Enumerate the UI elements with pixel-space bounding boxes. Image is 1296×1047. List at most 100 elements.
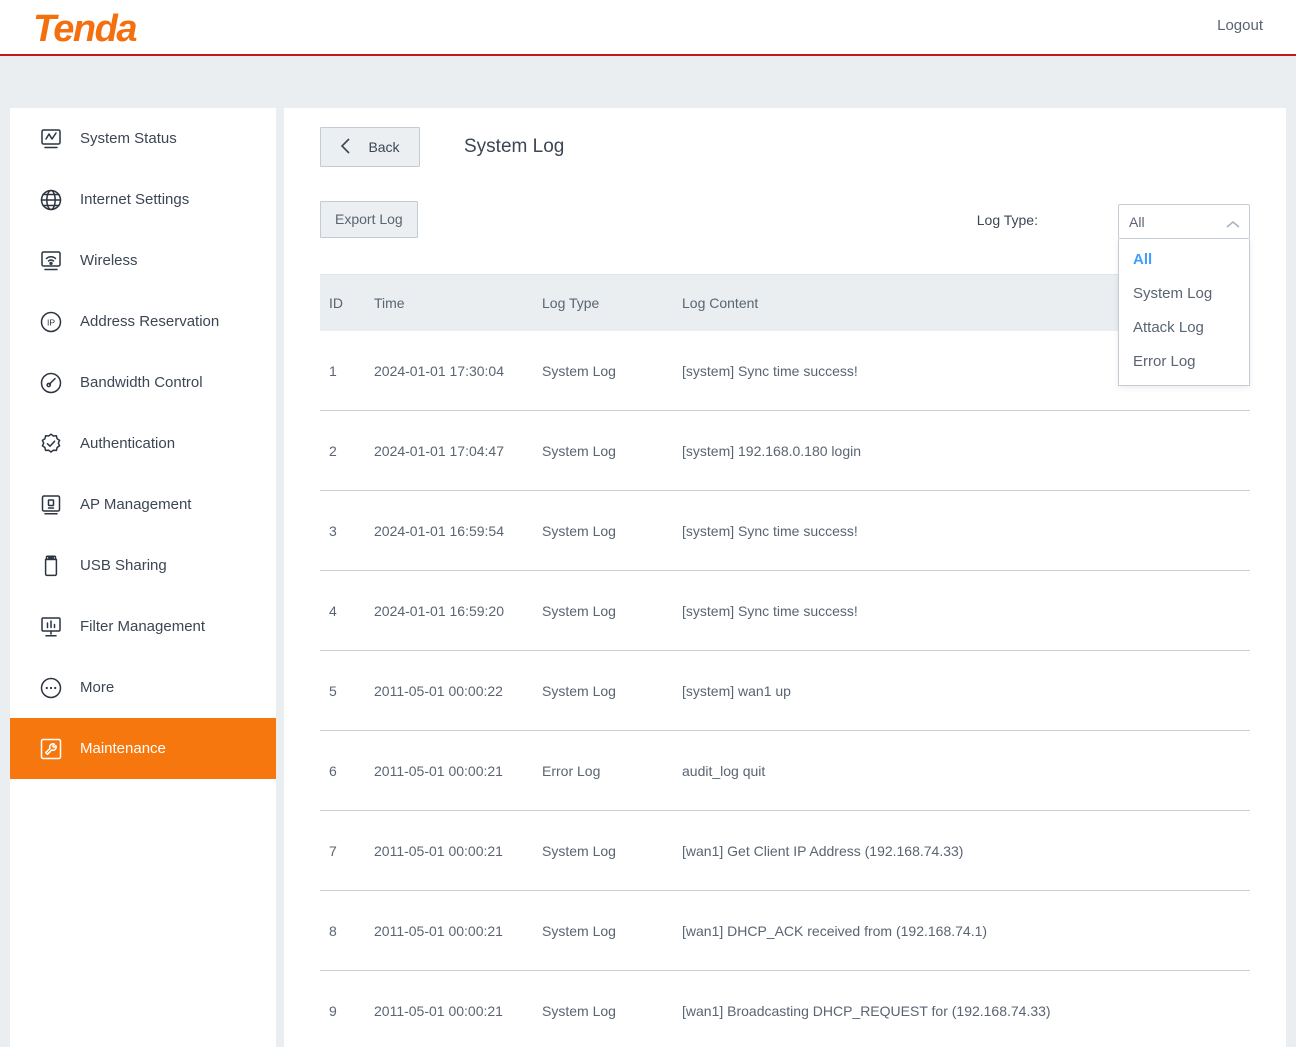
cell-log-type: System Log — [542, 602, 616, 619]
cell-log-content: [wan1] DHCP_ACK received from (192.168.7… — [682, 922, 988, 939]
cell-id: 9 — [329, 1002, 337, 1019]
cell-id: 4 — [329, 602, 337, 619]
sidebar-item-authentication[interactable]: Authentication — [10, 413, 276, 474]
cell-log-type: System Log — [542, 682, 616, 699]
chevron-up-icon — [1226, 217, 1240, 233]
svg-text:IP: IP — [47, 317, 55, 327]
log-type-option-error-log[interactable]: Error Log — [1119, 345, 1249, 379]
cell-time: 2011-05-01 00:00:21 — [374, 762, 503, 779]
cell-log-type: System Log — [542, 522, 616, 539]
sidebar-item-label: Authentication — [80, 435, 176, 452]
back-button-label: Back — [368, 139, 400, 155]
sidebar-item-label: Filter Management — [80, 618, 206, 635]
gauge-icon — [38, 370, 64, 396]
cell-log-type: System Log — [542, 922, 616, 939]
log-type-select-menu: All System Log Attack Log Error Log — [1118, 239, 1250, 386]
cell-log-type: System Log — [542, 442, 616, 459]
cell-time: 2024-01-01 16:59:20 — [374, 602, 504, 619]
sidebar-item-maintenance[interactable]: Maintenance — [10, 718, 276, 779]
sidebar-item-label: USB Sharing — [80, 557, 167, 574]
cell-log-content: audit_log quit — [682, 762, 766, 779]
table-row: 9 2011-05-01 00:00:21 System Log [wan1] Bro… — [320, 971, 1250, 1047]
log-type-option-attack-log[interactable]: Attack Log — [1119, 311, 1249, 345]
logout-link[interactable]: Logout — [1217, 17, 1263, 34]
cell-time: 2011-05-01 00:00:22 — [374, 682, 503, 699]
filter-chart-icon — [38, 614, 64, 640]
sidebar-item-label: More — [80, 679, 115, 696]
table-row: 2 2024-01-01 17:04:47 System Log [system] 1… — [320, 411, 1250, 491]
sidebar-item-internet-settings[interactable]: Internet Settings — [10, 169, 276, 230]
cell-id: 2 — [329, 442, 337, 459]
chevron-left-icon — [340, 137, 352, 158]
cell-log-content: [system] Sync time success! — [682, 602, 858, 619]
table-header-cell: Time — [374, 295, 405, 311]
cell-time: 2024-01-01 17:30:04 — [374, 362, 504, 379]
cell-log-content: [system] 192.168.0.180 login — [682, 442, 862, 459]
cell-time: 2024-01-01 17:04:47 — [374, 442, 504, 459]
cell-time: 2011-05-01 00:00:21 — [374, 922, 503, 939]
cell-id: 1 — [329, 362, 337, 379]
sidebar-item-ap-management[interactable]: AP Management — [10, 474, 276, 535]
top-bar: Tenda Logout — [0, 0, 1296, 56]
table-header-row: ID Time Log Type Log Content — [320, 275, 1250, 331]
table-row: 6 2011-05-01 00:00:21 Error Log audit_log q… — [320, 731, 1250, 811]
sidebar-nav: System Status Internet Settings Wireless IP… — [10, 108, 276, 1047]
export-log-button[interactable]: Export Log — [320, 201, 418, 238]
cell-time: 2024-01-01 16:59:54 — [374, 522, 504, 539]
cell-log-content: [wan1] Get Client IP Address (192.168.74… — [682, 842, 964, 859]
sidebar-item-label: Address Reservation — [80, 313, 220, 330]
cell-log-content: [system] Sync time success! — [682, 522, 858, 539]
log-type-select-trigger[interactable]: All — [1118, 204, 1250, 239]
cell-id: 8 — [329, 922, 337, 939]
sidebar-item-system-status[interactable]: System Status — [10, 108, 276, 169]
cell-id: 7 — [329, 842, 337, 859]
table-row: 4 2024-01-01 16:59:20 System Log [system] S… — [320, 571, 1250, 651]
cell-log-type: System Log — [542, 842, 616, 859]
sidebar-item-label: Bandwidth Control — [80, 374, 203, 391]
page-header: Back System Log — [320, 127, 564, 167]
table-row: 5 2011-05-01 00:00:22 System Log [system] w… — [320, 651, 1250, 731]
log-type-option-system-log[interactable]: System Log — [1119, 277, 1249, 311]
table-row: 8 2011-05-01 00:00:21 System Log [wan1] DHC… — [320, 891, 1250, 971]
log-type-select-value: All — [1129, 213, 1145, 230]
table-row: 1 2024-01-01 17:30:04 System Log [system] S… — [320, 331, 1250, 411]
tenda-logo: Tenda — [33, 8, 138, 50]
back-button[interactable]: Back — [320, 127, 420, 167]
log-type-option-all[interactable]: All — [1119, 243, 1249, 277]
sidebar-item-bandwidth-control[interactable]: Bandwidth Control — [10, 352, 276, 413]
sidebar-item-address-reservation[interactable]: IP Address Reservation — [10, 291, 276, 352]
toolbar: Export Log Log Type: — [320, 201, 1250, 241]
access-point-icon — [38, 492, 64, 518]
system-log-table: ID Time Log Type Log Content 1 2024-01-01 17:… — [320, 274, 1250, 1047]
main-content-panel: Back System Log Export Log Log Type: All… — [284, 108, 1286, 1047]
sidebar-item-label: Wireless — [80, 252, 138, 269]
cell-time: 2011-05-01 00:00:21 — [374, 842, 503, 859]
page-title: System Log — [464, 136, 565, 157]
cell-id: 6 — [329, 762, 337, 779]
log-type-label: Log Type: — [976, 212, 1038, 228]
table-header-cell: ID — [329, 295, 343, 311]
cell-log-content: [wan1] Broadcasting DHCP_REQUEST for (19… — [682, 1002, 1051, 1019]
cell-log-type: System Log — [542, 362, 616, 379]
cell-log-content: [system] wan1 up — [682, 682, 791, 699]
sidebar-item-usb-sharing[interactable]: USB Sharing — [10, 535, 276, 596]
cell-id: 5 — [329, 682, 337, 699]
wrench-icon — [38, 736, 64, 762]
sidebar-item-label: AP Management — [80, 496, 192, 513]
ip-circle-icon: IP — [38, 309, 64, 335]
globe-icon — [38, 187, 64, 213]
table-row: 3 2024-01-01 16:59:54 System Log [system] S… — [320, 491, 1250, 571]
cell-log-type: System Log — [542, 1002, 616, 1019]
table-header-cell: Log Type — [542, 295, 600, 311]
table-row: 7 2011-05-01 00:00:21 System Log [wan1] Get… — [320, 811, 1250, 891]
sidebar-item-label: System Status — [80, 130, 177, 147]
usb-drive-icon — [38, 553, 64, 579]
sidebar-item-wireless[interactable]: Wireless — [10, 230, 276, 291]
sidebar-item-label: Internet Settings — [80, 191, 190, 208]
sidebar-item-filter-management[interactable]: Filter Management — [10, 596, 276, 657]
log-type-select: All All System Log Attack Log Error Log — [1118, 204, 1250, 386]
wifi-monitor-icon — [38, 248, 64, 274]
badge-check-icon — [38, 431, 64, 457]
sidebar-item-more[interactable]: More — [10, 657, 276, 718]
ellipsis-circle-icon — [38, 675, 64, 701]
